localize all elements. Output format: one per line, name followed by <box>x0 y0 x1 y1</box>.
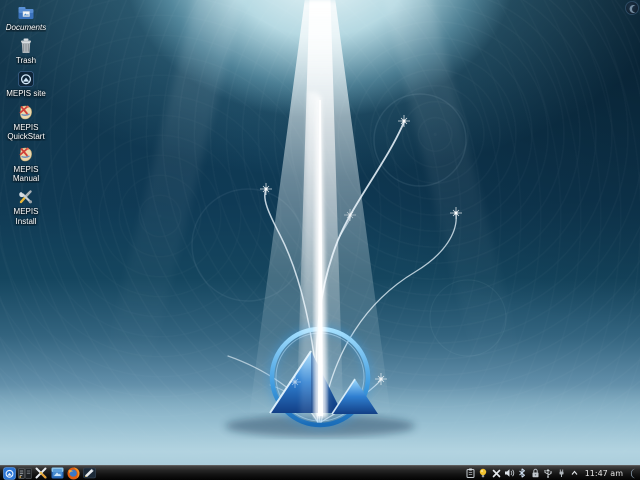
wallpaper <box>0 0 640 480</box>
desktop-icon-label: MEPIS Install <box>13 207 39 226</box>
desktop-icon-mepis-site[interactable]: MEPIS site <box>2 70 50 98</box>
folder-documents-icon <box>18 7 34 19</box>
desktop-icon-column: Documents Trash MEPIS site MEPIS QuickSt… <box>2 4 50 231</box>
mepis-emblem-artwork <box>191 92 507 437</box>
desktop-icon-mepis-quickstart[interactable]: MEPIS QuickStart <box>2 104 50 141</box>
network-plug-tray-icon[interactable] <box>556 468 567 479</box>
install-tools-icon <box>19 190 32 204</box>
mepis-menu-button[interactable] <box>2 466 16 480</box>
wallet-lock-tray-icon[interactable] <box>530 468 541 479</box>
mepis-site-icon <box>18 71 34 88</box>
firefox-icon <box>67 467 79 479</box>
desktop-icon-label: Documents <box>5 23 47 32</box>
panel-toolbox-cashew-icon[interactable] <box>626 467 638 480</box>
desktop-icon-documents[interactable]: Documents <box>2 4 50 32</box>
input-x-tray-icon[interactable] <box>491 468 502 479</box>
system-tray <box>465 468 580 479</box>
taskbar: 11:47 am <box>0 465 640 480</box>
power-bulb-tray-icon[interactable] <box>478 468 489 479</box>
document-quickstart-icon <box>19 105 32 119</box>
desktop-icon-label: MEPIS Manual <box>12 164 40 184</box>
desktop-icon-label: MEPIS site <box>6 89 46 99</box>
firefox-launcher-button[interactable] <box>66 467 80 480</box>
tray-expander-arrow-icon[interactable] <box>569 468 580 479</box>
desktop-icon-label: Trash <box>15 56 37 66</box>
desktop: Documents Trash MEPIS site MEPIS QuickSt… <box>0 0 640 480</box>
desktop-icon-mepis-install[interactable]: MEPIS Install <box>2 188 50 226</box>
mail-composer-icon <box>82 467 96 479</box>
mail-launcher-button[interactable] <box>82 467 96 480</box>
volume-tray-icon[interactable] <box>504 468 515 479</box>
file-manager-launcher-button[interactable] <box>50 467 64 480</box>
desktop-toolbox-cashew-icon[interactable] <box>625 1 639 15</box>
clipboard-tray-icon[interactable] <box>465 468 476 479</box>
desktop-icon-trash[interactable]: Trash <box>2 37 50 65</box>
bluetooth-tray-icon[interactable] <box>517 468 528 479</box>
desktop-pager-button[interactable] <box>18 467 32 480</box>
taskbar-clock[interactable]: 11:47 am <box>585 469 623 478</box>
file-manager-icon <box>51 467 63 479</box>
utility-x-icon <box>35 467 47 479</box>
utility-launcher-button[interactable] <box>34 467 48 480</box>
desktop-pager-icon <box>18 467 32 479</box>
usb-device-tray-icon[interactable] <box>543 468 554 479</box>
document-manual-icon <box>19 147 32 162</box>
desktop-icon-mepis-manual[interactable]: MEPIS Manual <box>2 146 50 183</box>
mepis-menu-icon <box>2 466 16 480</box>
desktop-icon-label: MEPIS QuickStart <box>7 122 45 141</box>
taskbar-launchers <box>2 466 96 480</box>
trash-icon <box>21 38 31 54</box>
